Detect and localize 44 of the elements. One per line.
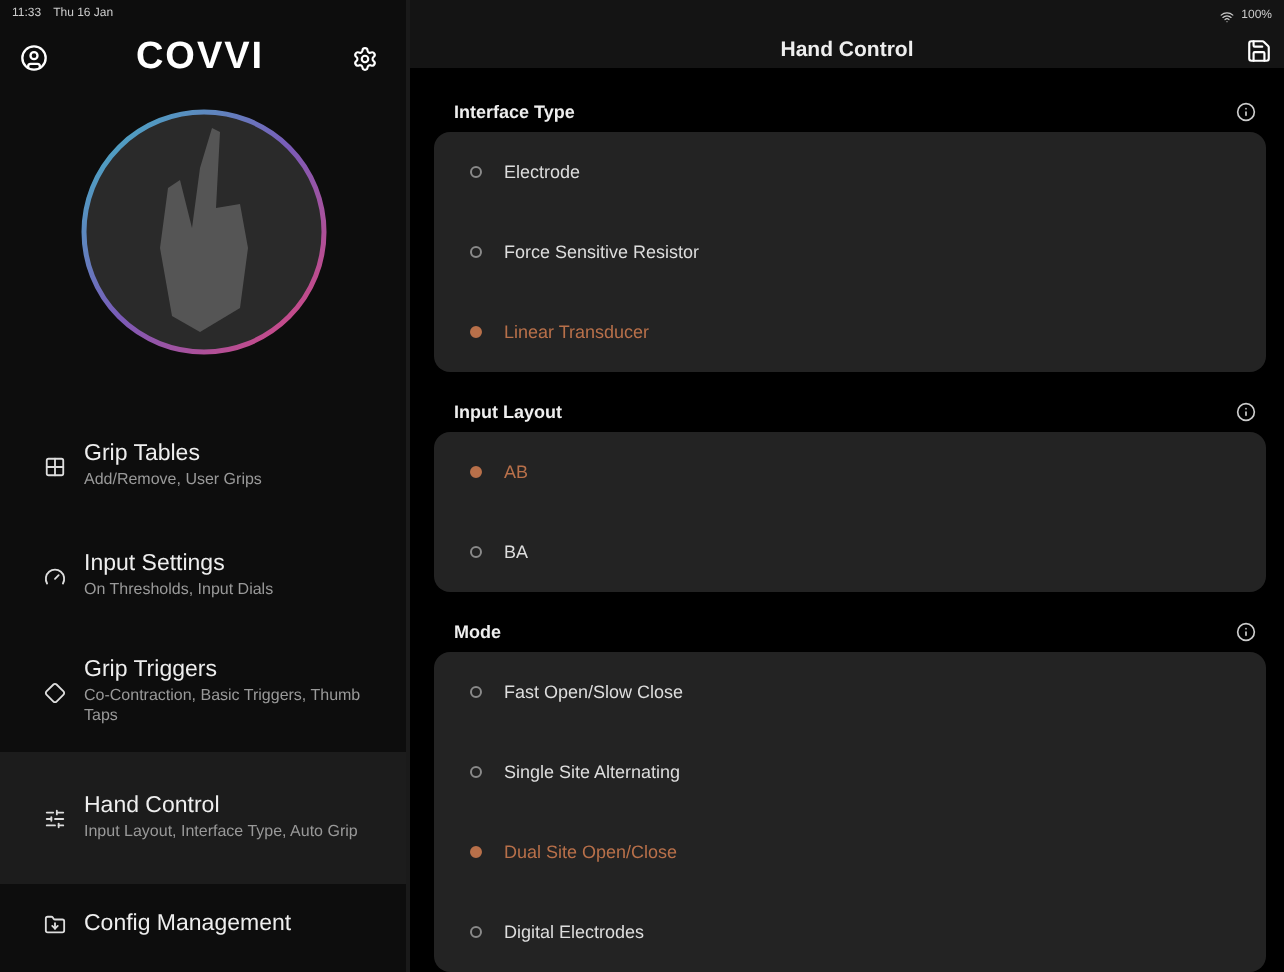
option-label: Fast Open/Slow Close [504,682,684,702]
option-label: BA [504,542,529,562]
item-title: Grip Triggers [84,657,219,682]
item-title: Grip Tables [84,441,202,466]
option-label: Force Sensitive Resistor [504,242,700,262]
info-icon[interactable] [1236,402,1256,422]
radio-option[interactable]: Single Site Alternating [434,732,1266,812]
item-subtitle: Add/Remove, User Grips [84,469,262,491]
account-icon[interactable] [20,44,48,72]
item-title: Config Management [84,912,292,936]
sidebar-item[interactable]: Grip Triggers Co-Contraction, Basic Triggers, Thumb Taps [0,632,406,752]
radio-option[interactable]: Force Sensitive Resistor [434,212,1266,292]
info-icon[interactable] [1236,622,1256,642]
item-subtitle: Co-Contraction, Basic Triggers, Thumb Taps [84,685,363,727]
radio-option[interactable]: Fast Open/Slow Close [434,652,1266,732]
sidebar-item[interactable]: Config Management [0,884,406,964]
sidebar-item[interactable]: Hand Control Input Layout, Interface Type, Auto Grip [0,752,406,884]
option-label: AB [504,462,529,482]
radio-option[interactable]: Digital Electrodes [434,892,1266,972]
page-title: Hand Control [780,38,914,62]
option-label: Electrode [504,162,581,182]
settings-icon[interactable] [352,45,378,71]
section-title: Interface Type [454,102,575,122]
item-subtitle: Input Layout, Interface Type, Auto Grip [84,821,358,843]
radio-option[interactable]: Electrode [434,132,1266,212]
option-label: Linear Transducer [504,322,650,342]
wifi-icon [1219,9,1234,23]
item-subtitle: On Thresholds, Input Dials [84,579,274,601]
logo: COVVI [135,36,265,80]
radio-option[interactable]: Dual Site Open/Close [434,812,1266,892]
radio-option[interactable]: AB [434,432,1266,512]
save-icon[interactable] [1246,37,1272,63]
info-icon[interactable] [1236,102,1256,122]
item-title: Hand Control [84,793,222,818]
option-label: Single Site Alternating [504,762,681,782]
sidebar-item[interactable]: Input Settings On Thresholds, Input Dials [0,520,406,632]
radio-option[interactable]: Linear Transducer [434,292,1266,372]
section-title: Mode [454,622,501,642]
section-title: Input Layout [454,402,562,422]
option-label: Digital Electrodes [504,922,645,942]
sidebar-item[interactable]: Grip Tables Add/Remove, User Grips [0,412,406,520]
option-label: Dual Site Open/Close [504,842,678,862]
item-title: Input Settings [84,551,227,576]
radio-option[interactable]: BA [434,512,1266,592]
